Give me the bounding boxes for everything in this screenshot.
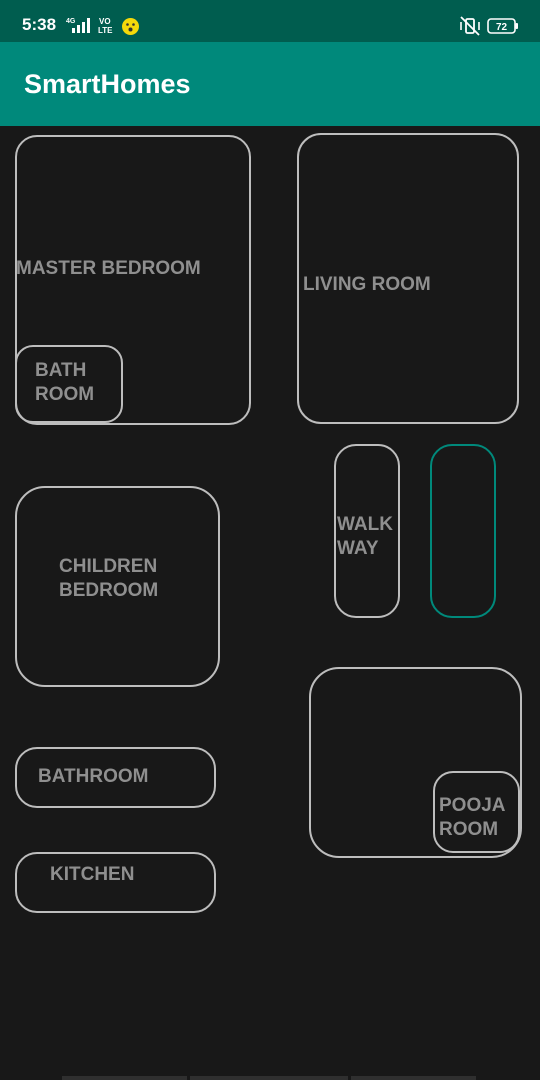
- signal-4g-icon: 4G: [66, 18, 90, 33]
- svg-text:LTE: LTE: [98, 26, 113, 34]
- navigation-bar: [62, 1076, 476, 1080]
- app-bar: SmartHomes: [0, 42, 540, 126]
- emoji-notification-icon: [122, 18, 139, 35]
- vibrate-off-icon: [460, 16, 480, 36]
- room-label-master-bedroom: MASTER BEDROOM: [16, 258, 201, 279]
- battery-level: 72: [496, 22, 508, 33]
- svg-text:4G: 4G: [66, 18, 76, 25]
- svg-text:VO: VO: [99, 17, 111, 26]
- status-time: 5:38: [22, 15, 57, 34]
- room-label-pooja-room: POOJA ROOM: [439, 795, 506, 840]
- room-label-kitchen: KITCHEN: [50, 864, 135, 885]
- room-label-walk-way: WALK WAY: [337, 514, 393, 559]
- app-title: SmartHomes: [24, 69, 191, 99]
- volte-icon: VO LTE: [98, 17, 113, 34]
- room-label-children-bedroom: CHILDREN BEDROOM: [59, 556, 159, 601]
- status-bar: 5:38 4G VO LTE 72: [0, 0, 540, 42]
- room-label-bathroom: BATHROOM: [38, 766, 149, 787]
- room-unlabeled-teal[interactable]: [430, 444, 496, 618]
- room-label-bath-room: BATH ROOM: [35, 360, 95, 405]
- battery-icon: 72: [487, 18, 518, 34]
- room-label-living-room: LIVING ROOM: [303, 274, 431, 295]
